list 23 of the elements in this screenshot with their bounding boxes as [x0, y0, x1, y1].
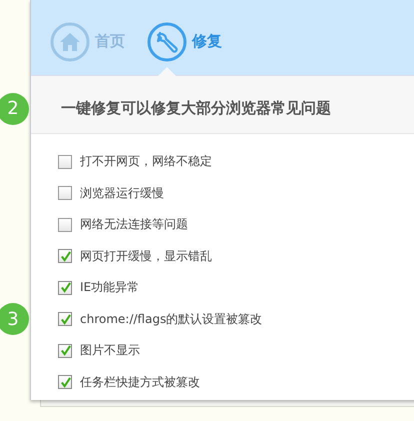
tab[interactable]: 修复: [147, 0, 222, 76]
option-label: 网络无法连接等问题: [80, 216, 188, 234]
checkbox[interactable]: [58, 218, 72, 232]
tab[interactable]: 首页: [50, 0, 125, 76]
checkbox[interactable]: [58, 280, 72, 295]
house-icon: [50, 22, 90, 62]
step-badge: 2: [0, 92, 29, 124]
option-label: 打不开网页，网络不稳定: [80, 153, 212, 170]
option-label: 图片不显示: [80, 342, 140, 360]
checkbox[interactable]: [58, 375, 72, 390]
option-label: chrome://flags的默认设置被篡改: [80, 310, 262, 328]
subtitle: 一键修复可以修复大部分浏览器常见问题: [61, 99, 331, 118]
checkbox[interactable]: [58, 344, 72, 358]
checkbox[interactable]: [58, 312, 72, 326]
checkbox[interactable]: [58, 154, 72, 169]
checkbox[interactable]: [58, 186, 72, 200]
wrench-icon: [147, 22, 187, 62]
option-label: IE功能异常: [80, 279, 140, 296]
option-label: 网页打开缓慢，显示错乱: [80, 248, 212, 265]
checkbox[interactable]: [58, 249, 72, 264]
option-label: 浏览器运行缓慢: [80, 184, 164, 202]
option-label: 任务栏快捷方式被篡改: [80, 374, 200, 391]
step-badge: 3: [0, 303, 29, 336]
